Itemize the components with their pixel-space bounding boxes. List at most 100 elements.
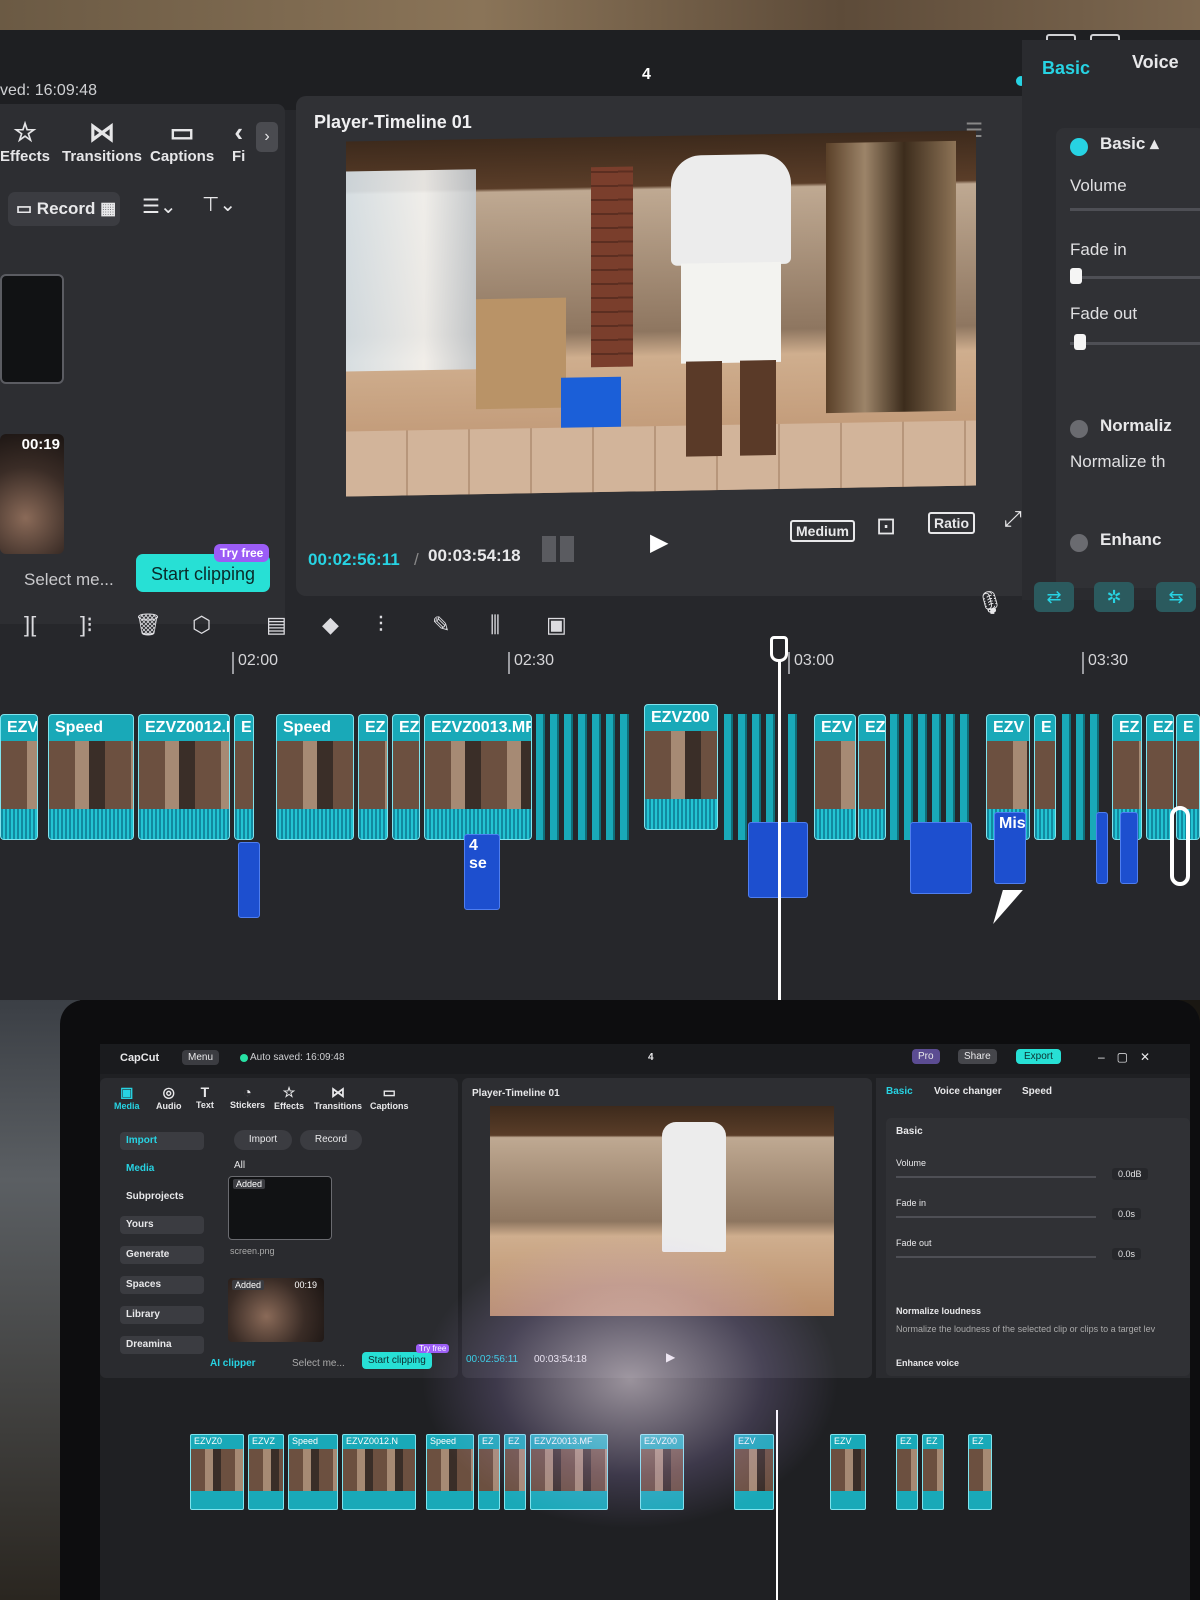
video-clip[interactable]: E (234, 714, 254, 840)
video-clip[interactable] (550, 714, 559, 840)
normalize-label[interactable]: Normalize loudness (896, 1306, 981, 1316)
share-button[interactable]: Share (958, 1049, 997, 1064)
record-button[interactable]: Record (300, 1130, 362, 1150)
tab-transitions[interactable]: ⋈ Transitions (62, 118, 142, 165)
ai-clipper-label[interactable]: AI clipper (210, 1358, 256, 1369)
video-clip[interactable]: EZV (830, 1434, 866, 1510)
tab-effects[interactable]: ☆ Effects (274, 1084, 304, 1111)
speed-icon[interactable]: ▤ (266, 612, 287, 638)
volume-slider[interactable] (1070, 208, 1200, 211)
microphone-icon[interactable]: 🎙 (976, 590, 1004, 616)
fade-in-slider[interactable] (1070, 276, 1200, 279)
freeze-icon[interactable]: ◆ (322, 612, 339, 638)
video-clip[interactable]: EZVZ0 (190, 1434, 244, 1510)
video-clip[interactable]: EZ (358, 714, 388, 840)
link-icon[interactable]: ⇄ (1034, 582, 1074, 612)
ai-clipper-select[interactable]: Select me... (24, 570, 114, 590)
audio-clip[interactable]: 4 se (464, 834, 500, 910)
chevron-right-icon[interactable]: › (256, 122, 278, 152)
window-controls[interactable]: –▢✕ (1098, 1050, 1162, 1064)
audio-split-icon[interactable]: ⫼ (490, 612, 500, 638)
tab-transitions[interactable]: ⋈ Transitions (314, 1084, 362, 1111)
basic-section-label[interactable]: Basic (896, 1126, 923, 1137)
video-clip[interactable]: EZVZ0012.M (138, 714, 230, 840)
video-clip[interactable] (564, 714, 573, 840)
video-clip[interactable]: Speed (276, 714, 354, 840)
video-clip[interactable]: EZ (968, 1434, 992, 1510)
normalize-checkbox[interactable] (1070, 420, 1088, 438)
filter-icon[interactable]: ⊤⌄ (202, 192, 236, 217)
split-left-icon[interactable]: ][ (24, 612, 36, 638)
fullscreen-icon[interactable]: ⤢ (1004, 506, 1022, 532)
video-clip[interactable] (592, 714, 601, 840)
video-clip[interactable]: EZ (858, 714, 886, 840)
fade-out-slider[interactable] (896, 1256, 1096, 1258)
playhead-handle[interactable] (770, 636, 788, 662)
media-thumbnail[interactable]: Added 00:19 (228, 1278, 324, 1342)
tab-filters[interactable]: ‹ Fi (232, 118, 245, 165)
fade-in-knob[interactable] (1070, 268, 1082, 284)
basic-checkbox[interactable] (1070, 138, 1088, 156)
filter-all[interactable]: All (234, 1160, 245, 1171)
sidebar-item-spaces[interactable]: Spaces (120, 1276, 204, 1294)
crop-icon[interactable]: ▣ (546, 612, 567, 638)
tab-voice[interactable]: Voice (1132, 52, 1179, 73)
tab-voice-changer[interactable]: Voice changer (934, 1086, 1002, 1097)
tab-captions[interactable]: ▭ Captions (370, 1084, 409, 1111)
tab-effects[interactable]: ☆ Effects (0, 118, 50, 165)
export-button[interactable]: Export (1016, 1049, 1061, 1064)
pro-button[interactable]: Pro (912, 1049, 940, 1064)
sidebar-item-library[interactable]: Library (120, 1306, 204, 1324)
tab-basic[interactable]: Basic (1042, 58, 1090, 79)
video-clip[interactable]: EZVZ00 (640, 1434, 684, 1510)
record-button[interactable]: ▭ Record ▦ (8, 192, 120, 226)
audio-clip[interactable] (1096, 812, 1108, 884)
sidebar-item-dreamina[interactable]: Dreamina (120, 1336, 204, 1354)
video-clip[interactable]: E (1034, 714, 1056, 840)
video-clip[interactable]: EZ (922, 1434, 944, 1510)
enhance-label[interactable]: Enhance voice (896, 1358, 959, 1368)
quality-button[interactable]: Medium (790, 520, 855, 542)
video-clip[interactable] (724, 714, 733, 840)
delete-icon[interactable]: 🗑 (134, 612, 162, 638)
video-clip[interactable]: EZ (478, 1434, 500, 1510)
play-icon[interactable]: ▶ (666, 1350, 675, 1364)
tab-text[interactable]: T Text (196, 1084, 214, 1110)
video-clip[interactable] (738, 714, 747, 840)
fade-out-value[interactable]: 0.0s (1112, 1248, 1142, 1260)
snap-icon[interactable]: ✲ (1094, 582, 1134, 612)
basic-section-label[interactable]: Basic ▴ (1100, 134, 1159, 154)
adjust-icon[interactable]: ⫶ (378, 612, 384, 638)
enhance-checkbox[interactable] (1070, 534, 1088, 552)
snapshot-icon[interactable]: ⊡ (876, 512, 896, 541)
playhead[interactable] (776, 1410, 778, 1600)
audio-clip[interactable] (238, 842, 260, 918)
video-clip[interactable]: EZVZ0013.MF (530, 1434, 608, 1510)
video-preview[interactable] (490, 1106, 834, 1316)
video-clip[interactable]: EZV (734, 1434, 774, 1510)
media-thumbnail[interactable]: 00:19 (0, 434, 64, 554)
video-clip[interactable] (606, 714, 615, 840)
tab-media[interactable]: ▣ Media (114, 1084, 140, 1111)
video-clip[interactable]: EZVZ0013.MF (424, 714, 532, 840)
audio-clip-selected[interactable] (1170, 806, 1190, 886)
video-clip[interactable]: EZVZ00 (644, 704, 718, 830)
fade-out-knob[interactable] (1074, 334, 1086, 350)
magic-icon[interactable]: ✎ (432, 612, 450, 638)
play-icon[interactable]: ▶ (650, 528, 668, 557)
import-button[interactable]: Import (234, 1130, 292, 1150)
tab-stickers[interactable]: ◔ Stickers (230, 1084, 265, 1110)
video-clip[interactable]: EZ (504, 1434, 526, 1510)
tab-captions[interactable]: ▭ Captions (150, 118, 214, 165)
timeline-ruler[interactable]: 02:00 02:30 03:00 03:30 (0, 650, 1200, 684)
media-thumbnail[interactable] (0, 274, 64, 384)
ai-clipper-select[interactable]: Select me... (292, 1358, 345, 1369)
audio-clip[interactable]: Mis (994, 812, 1026, 884)
video-clip[interactable]: EZVZ (248, 1434, 284, 1510)
laptop-timeline-ruler[interactable] (100, 1410, 1190, 1426)
volume-value[interactable]: 0.0dB (1112, 1168, 1148, 1180)
sidebar-item-media[interactable]: Media (120, 1160, 204, 1178)
video-clip[interactable] (620, 714, 629, 840)
start-clipping-button[interactable]: Start clipping (362, 1352, 432, 1369)
video-clip[interactable]: Speed (288, 1434, 338, 1510)
